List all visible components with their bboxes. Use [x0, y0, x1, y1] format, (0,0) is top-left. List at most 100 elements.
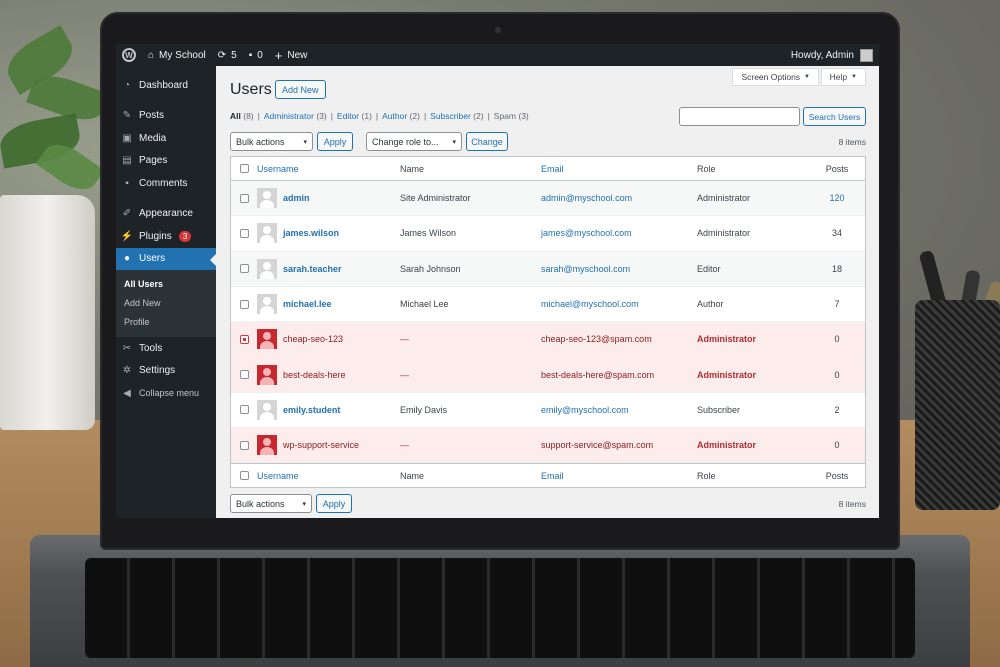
sidebar-item-posts[interactable]: ✎ Posts [116, 105, 216, 128]
username-link[interactable]: wp-support-service [283, 440, 359, 450]
row-checkbox[interactable] [239, 334, 249, 344]
user-email-link[interactable]: admin@myschool.com [541, 193, 697, 203]
username-link[interactable]: best-deals-here [283, 370, 346, 380]
chevron-down-icon: ▾ [302, 500, 306, 508]
filter-subscriber[interactable]: Subscriber (2) [430, 111, 483, 121]
filter-administrator[interactable]: Administrator (3) [264, 111, 327, 121]
account-menu[interactable]: Howdy, Admin [791, 48, 879, 62]
sidebar-item-media[interactable]: ▣ Media [116, 127, 216, 150]
role-filter-links: All (8) | Administrator (3) | Editor (1) | … [230, 111, 529, 121]
column-username[interactable]: Username [257, 164, 400, 174]
avatar [257, 364, 277, 385]
user-email-link[interactable]: sarah@myschool.com [541, 264, 697, 274]
sidebar-item-appearance[interactable]: ✐ Appearance [116, 203, 216, 226]
column-posts: Posts [825, 470, 849, 481]
submenu-profile[interactable]: Profile [116, 312, 216, 331]
collapse-menu-button[interactable]: ◀ Collapse menu [116, 382, 216, 405]
sidebar-item-pages[interactable]: ▤ Pages [116, 150, 216, 173]
row-checkbox[interactable] [239, 299, 249, 309]
updates-count: 5 [231, 49, 237, 61]
sidebar-item-users[interactable]: ● Users [116, 247, 216, 270]
change-role-select[interactable]: Change role to... ▾ [366, 132, 462, 151]
caret-down-icon: ▼ [851, 74, 857, 80]
filter-spam[interactable]: Spam (3) [494, 111, 529, 121]
username-link[interactable]: james.wilson [283, 228, 339, 238]
apply-button-bottom[interactable]: Apply [316, 494, 352, 513]
user-email-link[interactable]: cheap-seo-123@spam.com [541, 334, 697, 344]
row-checkbox[interactable] [239, 370, 249, 380]
apply-button-top[interactable]: Apply [317, 132, 353, 151]
select-all-checkbox[interactable] [239, 164, 249, 173]
new-label: New [287, 49, 308, 61]
filter-editor[interactable]: Editor (1) [337, 111, 372, 121]
username-link[interactable]: cheap-seo-123 [283, 334, 343, 344]
settings-icon: ✲ [122, 365, 132, 377]
site-name-link[interactable]: ⌂ My School [142, 44, 212, 66]
submenu-add-new[interactable]: Add New [116, 293, 216, 312]
table-row: emily.student Emily Davis emily@myschool… [231, 393, 865, 429]
sidebar-item-comments[interactable]: ▪ Comments [116, 172, 216, 195]
column-email[interactable]: Email [541, 471, 697, 481]
user-email-link[interactable]: michael@myschool.com [541, 299, 697, 309]
help-button[interactable]: Help ▼ [820, 68, 866, 86]
row-checkbox[interactable] [239, 405, 249, 415]
user-role: Editor [697, 263, 721, 274]
items-count-top: 8 items [838, 137, 866, 147]
row-checkbox[interactable] [239, 440, 249, 450]
sidebar-item-dashboard[interactable]: ◔ Dashboard [116, 74, 216, 97]
sidebar-item-tools[interactable]: ✂ Tools [116, 337, 216, 360]
search-users-button[interactable]: Search Users [803, 107, 866, 126]
filter-all[interactable]: All (8) [230, 111, 254, 121]
username-link[interactable]: admin [283, 193, 310, 203]
bulk-actions-select-bottom[interactable]: Bulk actions ▾ [230, 494, 312, 513]
user-email-link[interactable]: emily@myschool.com [541, 405, 697, 415]
user-name: James Wilson [400, 228, 457, 239]
screen-options-button[interactable]: Screen Options ▼ [732, 68, 819, 86]
user-email-link[interactable]: support-service@spam.com [541, 440, 697, 450]
user-posts-link[interactable]: 120 [809, 193, 865, 203]
sidebar-item-label: Pages [139, 155, 168, 167]
username-link[interactable]: sarah.teacher [283, 264, 342, 274]
column-role: Role [697, 163, 716, 174]
brush-icon: ✐ [122, 208, 132, 220]
table-row-spam: cheap-seo-123 — cheap-seo-123@spam.com A… [231, 322, 865, 358]
username-link[interactable]: michael.lee [283, 299, 332, 309]
submenu-all-users[interactable]: All Users [116, 274, 216, 293]
filter-author[interactable]: Author (2) [382, 111, 420, 121]
sidebar-item-settings[interactable]: ✲ Settings [116, 360, 216, 383]
row-checkbox[interactable] [239, 193, 249, 203]
wp-logo-button[interactable]: W [116, 44, 142, 66]
user-name: — [400, 369, 409, 380]
search-users-input[interactable] [679, 107, 800, 126]
row-checkbox[interactable] [239, 228, 249, 238]
user-email-link[interactable]: james@myschool.com [541, 228, 697, 238]
user-posts: 2 [834, 404, 840, 415]
admin-sidebar: ◔ Dashboard ✎ Posts ▣ Media ▤ Pages ▪ Co… [116, 66, 216, 518]
new-content-link[interactable]: + New [269, 44, 314, 66]
chevron-down-icon: ▾ [452, 138, 456, 146]
comments-link[interactable]: ▪ 0 [243, 44, 269, 66]
username-link[interactable]: emily.student [283, 405, 340, 415]
table-row: admin Site Administrator admin@myschool.… [231, 181, 865, 217]
caret-down-icon: ▼ [804, 74, 810, 80]
user-email-link[interactable]: best-deals-here@spam.com [541, 370, 697, 380]
sidebar-item-label: Users [139, 253, 166, 265]
updates-link[interactable]: ⟳ 5 [212, 44, 243, 66]
sidebar-item-label: Collapse menu [139, 388, 200, 399]
wrench-icon: ✂ [122, 342, 132, 354]
row-checkbox[interactable] [239, 264, 249, 274]
sidebar-item-plugins[interactable]: ⚡ Plugins 3 [116, 225, 216, 248]
select-all-checkbox[interactable] [239, 471, 249, 481]
avatar [860, 48, 873, 62]
bulk-actions-select[interactable]: Bulk actions ▾ [230, 132, 313, 151]
column-email[interactable]: Email [541, 164, 697, 174]
user-role: Subscriber [697, 404, 741, 415]
user-posts: 34 [831, 228, 842, 239]
add-new-user-button[interactable]: Add New [275, 80, 326, 99]
items-count-bottom: 8 items [838, 499, 866, 509]
change-role-button[interactable]: Change [466, 132, 508, 151]
wordpress-icon: W [122, 48, 136, 62]
column-username[interactable]: Username [257, 471, 400, 481]
user-name: Site Administrator [400, 193, 471, 204]
sidebar-item-label: Appearance [139, 208, 193, 220]
